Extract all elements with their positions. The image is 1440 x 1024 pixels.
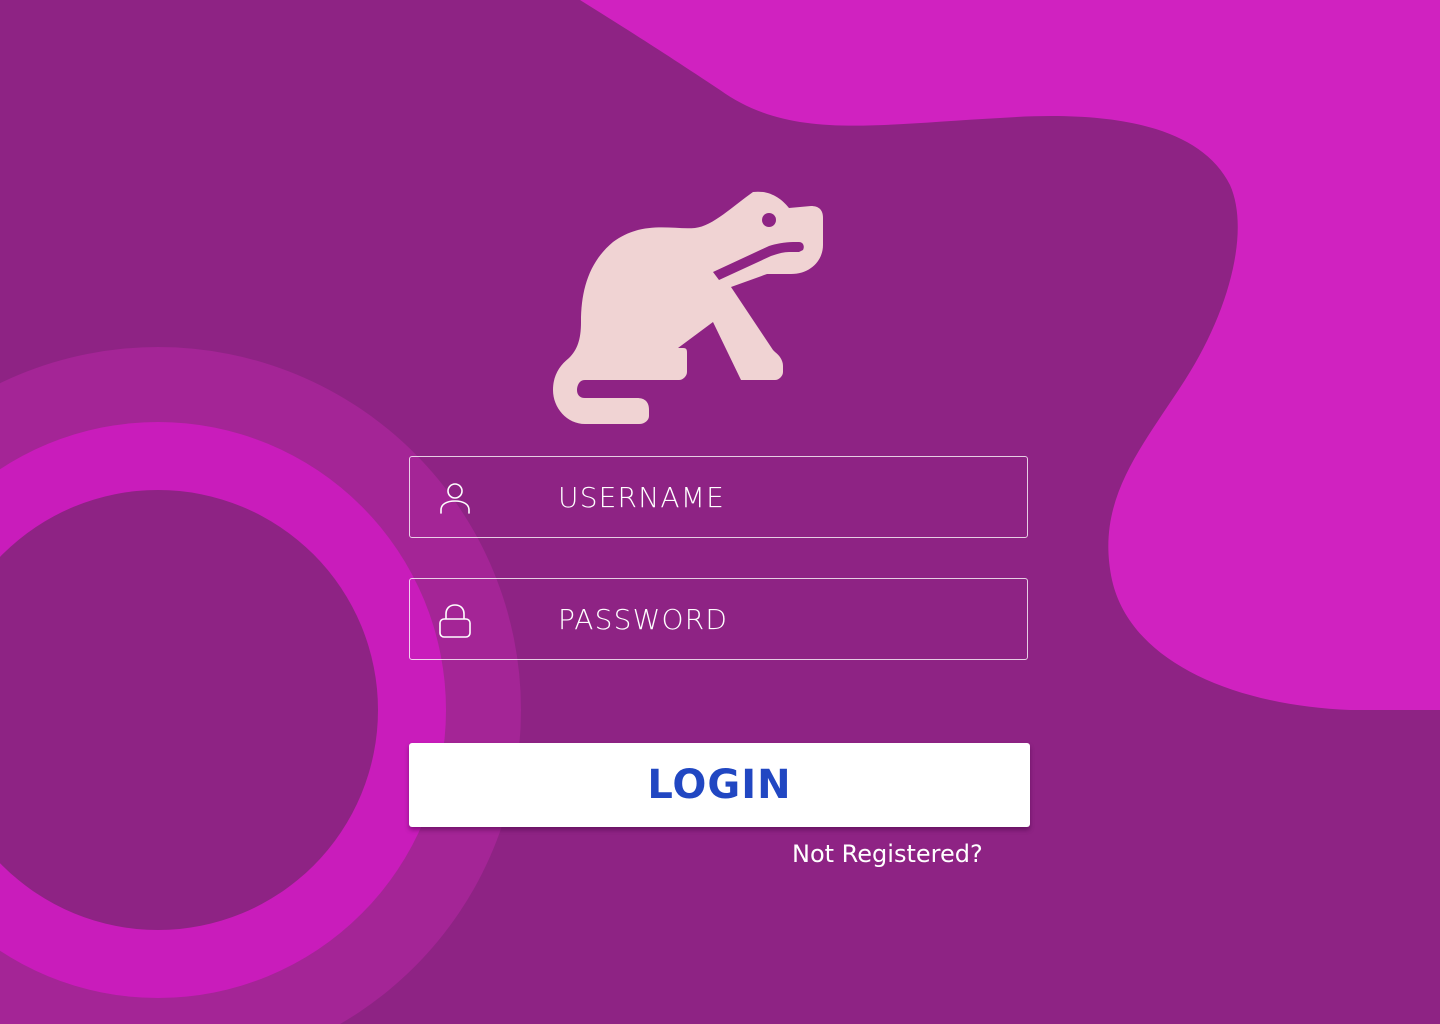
username-input[interactable] <box>552 457 1018 537</box>
login-button[interactable]: LOGIN <box>409 743 1030 827</box>
password-field[interactable] <box>409 578 1028 660</box>
user-icon <box>440 483 470 514</box>
frog-icon <box>553 191 823 424</box>
username-field[interactable] <box>409 456 1028 538</box>
not-registered-link[interactable]: Not Registered? <box>792 840 983 868</box>
password-input[interactable] <box>552 579 1018 659</box>
lock-icon <box>439 604 471 638</box>
